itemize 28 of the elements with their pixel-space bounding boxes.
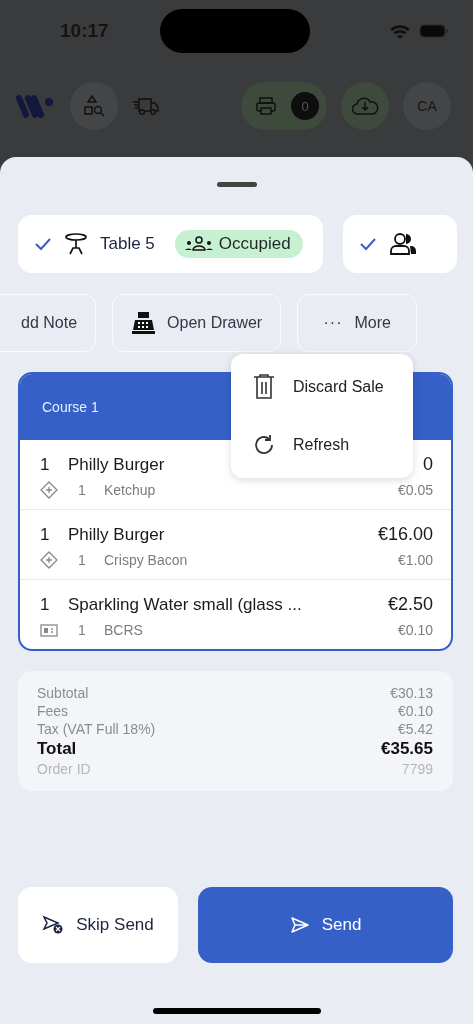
modifier-price: €0.10 [397,622,433,638]
item-quantity: 1 [40,454,51,475]
item-price: €16.00 [377,524,433,545]
summary-value: €0.10 [397,703,433,719]
summary-label: Total [37,739,77,759]
modifier-name: Ketchup [104,482,157,498]
summary-label: Fees [37,703,69,719]
count-badge: 0 [291,92,319,120]
summary-value: €35.65 [381,739,433,759]
summary-value: €5.42 [397,721,433,737]
summary-label: Subtotal [37,685,89,701]
summary-value: €30.13 [390,685,433,701]
item-quantity: 1 [40,524,51,545]
modifier-name: Crispy Bacon [104,552,189,568]
modifier-name: BCRS [104,622,144,638]
modifier-price: €0.05 [397,482,433,498]
item-price: 0 [423,454,433,475]
summary-label: Order ID [37,761,91,777]
table-name: Table 5 [100,234,155,254]
modifier-price: €1.00 [397,552,433,568]
modifier-quantity: 1 [78,552,87,568]
modifier-quantity: 1 [78,622,87,638]
item-quantity: 1 [40,594,51,615]
summary-value: 7799 [401,761,433,777]
summary-label: Tax (VAT Full 18%) [37,721,156,737]
modifier-quantity: 1 [78,482,87,498]
item-price: €2.50 [387,594,433,615]
status-text: Occupied [218,234,291,254]
